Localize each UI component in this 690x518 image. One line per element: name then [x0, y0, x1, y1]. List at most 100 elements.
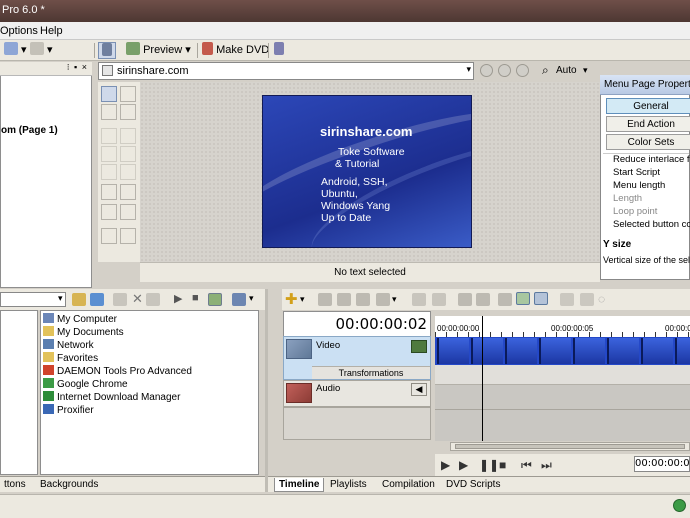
save-icon[interactable]	[412, 293, 426, 306]
file-list-item[interactable]: My Documents	[43, 326, 124, 338]
menu-slide[interactable]: sirinshare.com Toke Software & Tutorial …	[262, 95, 472, 248]
file-list-item[interactable]: Google Chrome	[43, 378, 128, 390]
property-item[interactable]: Length	[613, 193, 642, 204]
video-track-header[interactable]: Video Transformations	[283, 336, 431, 380]
video-track-toggle-icon[interactable]	[411, 340, 427, 353]
align-bottom-icon[interactable]	[120, 164, 136, 180]
folder-up-icon[interactable]	[72, 293, 86, 306]
zoom-in-icon[interactable]	[560, 293, 574, 306]
zoom-dropdown-icon[interactable]: ▾	[583, 65, 588, 76]
panel-menu-icon[interactable]: ⁝ ▪ ×	[67, 62, 88, 73]
center-v-icon[interactable]	[120, 228, 136, 244]
slide-title[interactable]: sirinshare.com	[320, 124, 413, 139]
new-folder-icon[interactable]	[113, 293, 127, 306]
file-list-item[interactable]: Proxifier	[43, 404, 94, 416]
preview-location-bar[interactable]: sirinshare.com ▾	[98, 62, 474, 80]
tab-timeline[interactable]: Timeline	[274, 478, 325, 492]
file-list-item[interactable]: Network	[43, 339, 94, 351]
property-item[interactable]: Menu length	[613, 180, 665, 191]
zoom-out-icon[interactable]	[580, 293, 594, 306]
cut-icon[interactable]	[318, 293, 332, 306]
align-top-icon[interactable]	[120, 128, 136, 144]
center-h-icon[interactable]	[101, 228, 117, 244]
distribute-h-icon[interactable]	[101, 204, 117, 220]
duplicate-icon[interactable]	[432, 293, 446, 306]
snap-icon[interactable]	[516, 292, 530, 305]
chevron-down-icon[interactable]: ▾	[58, 293, 63, 304]
scissors-tool-icon[interactable]	[101, 104, 117, 120]
project-page-item[interactable]: om (Page 1)	[1, 125, 58, 136]
property-item[interactable]: Selected button color	[613, 219, 690, 230]
distribute-v-icon[interactable]	[120, 204, 136, 220]
property-item[interactable]: Loop point	[613, 206, 657, 217]
playhead-timecode[interactable]: 00:00:00:00	[634, 456, 690, 472]
print-icon[interactable]	[458, 293, 472, 306]
chevron-down-icon[interactable]: ▾	[300, 294, 305, 305]
align-middle-icon[interactable]	[120, 146, 136, 162]
scrollbar-thumb[interactable]	[455, 444, 685, 449]
trim-icon[interactable]	[356, 293, 370, 306]
delete-icon[interactable]: ✕	[132, 291, 143, 307]
property-item[interactable]: Start Script	[613, 167, 660, 178]
ripple-icon[interactable]	[498, 293, 512, 306]
video-clip-strip[interactable]	[435, 337, 690, 365]
align-center-icon[interactable]	[101, 146, 117, 162]
split-icon[interactable]	[337, 293, 351, 306]
align-left-icon[interactable]	[101, 128, 117, 144]
link-tool-icon[interactable]	[120, 104, 136, 120]
slide-text-line[interactable]: Android, SSH,	[321, 176, 388, 188]
same-width-icon[interactable]	[101, 184, 117, 200]
play-icon[interactable]: ▶	[174, 292, 182, 305]
slide-text-line[interactable]: Windows Yang	[321, 200, 390, 212]
views-icon[interactable]	[232, 293, 246, 306]
tab-dvd-scripts[interactable]: DVD Scripts	[442, 478, 504, 492]
file-list-item[interactable]: My Computer	[43, 313, 117, 325]
previous-icon[interactable]: ⏮	[521, 458, 532, 473]
stop-icon[interactable]: ■	[499, 458, 506, 472]
end-action-button[interactable]: End Action	[606, 116, 690, 132]
autoripple-icon[interactable]	[534, 292, 548, 305]
audio-track-header[interactable]: Audio ◀	[283, 380, 431, 407]
next-icon[interactable]: ⏭	[541, 458, 552, 473]
slide-text-line[interactable]: Toke Software	[338, 146, 405, 158]
tab-compilation[interactable]: Compilation	[378, 478, 439, 492]
slide-text-line[interactable]: Up to Date	[321, 212, 371, 224]
select-tool-button[interactable]	[98, 42, 116, 59]
chevron-down-icon[interactable]: ▾	[392, 294, 397, 305]
menu-options[interactable]: Options	[0, 25, 38, 37]
grid-tool-icon[interactable]	[120, 86, 136, 102]
history-icon[interactable]: ◌	[598, 292, 605, 306]
undo-button[interactable]: ▾	[4, 42, 27, 59]
wizard-button[interactable]	[274, 42, 284, 59]
stop-icon[interactable]: ■	[192, 292, 199, 304]
align-right-icon[interactable]	[101, 164, 117, 180]
color-sets-button[interactable]: Color Sets	[606, 134, 690, 150]
tab-playlists[interactable]: Playlists	[326, 478, 371, 492]
general-tab-button[interactable]: General	[606, 98, 690, 114]
speaker-icon[interactable]: ◀	[411, 383, 427, 396]
zoom-value[interactable]: Auto	[556, 65, 577, 76]
preview-button[interactable]: Preview ▾	[126, 42, 191, 59]
play-all-icon[interactable]: ▶	[459, 458, 468, 472]
autoplay-icon[interactable]	[208, 293, 222, 306]
file-list-item[interactable]: Favorites	[43, 352, 98, 364]
chevron-down-icon[interactable]: ▾	[249, 293, 254, 304]
play-icon[interactable]: ▶	[441, 458, 450, 472]
path-combobox[interactable]	[0, 292, 66, 307]
property-item[interactable]: Reduce interlace flicker	[613, 154, 690, 165]
arrow-tool-icon[interactable]	[101, 86, 117, 102]
pause-icon[interactable]: ❚❚	[479, 458, 499, 472]
file-list-item[interactable]: Internet Download Manager	[43, 391, 180, 403]
make-dvd-button[interactable]: Make DVD	[202, 42, 269, 59]
chevron-down-icon[interactable]: ▾	[466, 64, 471, 75]
menu-help[interactable]: Help	[40, 25, 63, 37]
playhead[interactable]	[482, 316, 483, 441]
slide-text-line[interactable]: & Tutorial	[335, 158, 379, 170]
slide-text-line[interactable]: Ubuntu,	[321, 188, 358, 200]
tab-buttons[interactable]: ttons	[0, 478, 30, 492]
next-page-icon[interactable]	[516, 64, 529, 77]
transformations-label[interactable]: Transformations	[312, 366, 430, 379]
same-height-icon[interactable]	[120, 184, 136, 200]
file-list-item[interactable]: DAEMON Tools Pro Advanced	[43, 365, 192, 377]
first-page-icon[interactable]	[480, 64, 493, 77]
